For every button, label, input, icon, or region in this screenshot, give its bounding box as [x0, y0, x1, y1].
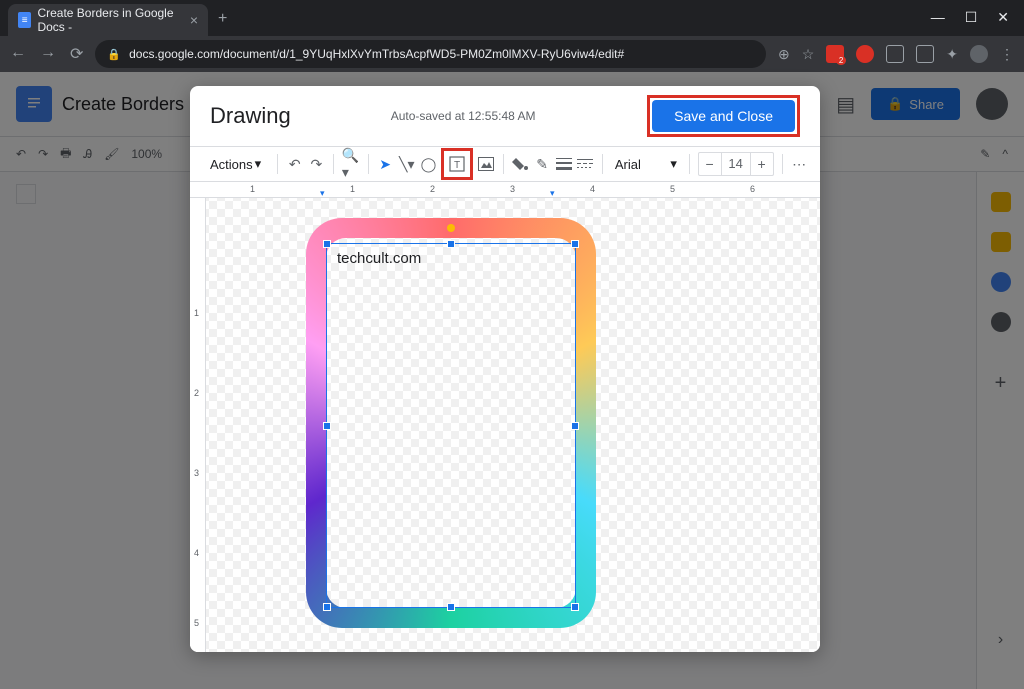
- more-options-icon[interactable]: ⋯: [790, 152, 808, 176]
- minimize-icon[interactable]: —: [931, 9, 945, 26]
- actions-menu[interactable]: Actions▾: [202, 152, 269, 176]
- increase-font-button[interactable]: +: [751, 156, 773, 172]
- autosave-status: Auto-saved at 12:55:48 AM: [391, 109, 536, 123]
- resize-handle-bm[interactable]: [447, 603, 455, 611]
- undo-icon[interactable]: ↶: [286, 152, 304, 176]
- new-tab-button[interactable]: +: [218, 10, 227, 28]
- drawing-toolbar: Actions▾ ↶ ↷ 🔍▾ ➤ ╲▾ ◯ T ✎ Ari: [190, 146, 820, 182]
- zoom-tool-icon[interactable]: 🔍▾: [342, 152, 360, 176]
- lock-icon: 🔒: [107, 48, 121, 61]
- textbox-selection[interactable]: techcult.com: [326, 243, 576, 608]
- extension-todoist-icon[interactable]: 2: [826, 45, 844, 63]
- tab-title: Create Borders in Google Docs -: [37, 6, 183, 34]
- zoom-icon[interactable]: ⊕: [778, 46, 790, 63]
- docs-favicon: ≡: [18, 12, 31, 28]
- forward-icon[interactable]: →: [40, 44, 56, 64]
- bookmark-star-icon[interactable]: ☆: [802, 46, 815, 63]
- maximize-icon[interactable]: ☐: [965, 9, 978, 26]
- textbox-tool-icon[interactable]: T: [445, 152, 469, 176]
- extension-video-icon[interactable]: [886, 45, 904, 63]
- chevron-down-icon: ▾: [255, 156, 262, 172]
- save-and-close-button[interactable]: Save and Close: [652, 100, 795, 132]
- url-bar[interactable]: 🔒 docs.google.com/document/d/1_9YUqHxlXv…: [95, 40, 766, 68]
- browser-toolbar: ← → ⟳ 🔒 docs.google.com/document/d/1_9YU…: [0, 36, 1024, 72]
- back-icon[interactable]: ←: [10, 44, 26, 64]
- window-controls: — ☐ ✕: [931, 9, 1024, 36]
- border-color-icon[interactable]: ✎: [533, 152, 551, 176]
- horizontal-ruler[interactable]: 1 1 2 3 4 5 6 ▾ ▾: [190, 182, 820, 198]
- drawing-dialog: Drawing Auto-saved at 12:55:48 AM Save a…: [190, 86, 820, 652]
- shape-tool-icon[interactable]: ◯: [420, 152, 438, 176]
- extension-cast-icon[interactable]: [916, 45, 934, 63]
- textbox-content[interactable]: techcult.com: [327, 244, 575, 273]
- close-window-icon[interactable]: ✕: [997, 9, 1009, 26]
- resize-handle-br[interactable]: [571, 603, 579, 611]
- redo-icon[interactable]: ↷: [308, 152, 326, 176]
- vertical-ruler[interactable]: 1 2 3 4 5: [190, 198, 206, 652]
- border-weight-icon[interactable]: [555, 152, 573, 176]
- fill-color-icon[interactable]: [512, 152, 530, 176]
- chevron-down-icon: ▾: [670, 156, 677, 172]
- font-family-select[interactable]: Arial ▾: [611, 156, 681, 172]
- resize-handle-tl[interactable]: [323, 240, 331, 248]
- close-tab-icon[interactable]: ×: [190, 12, 198, 28]
- resize-handle-tr[interactable]: [571, 240, 579, 248]
- save-close-highlight: Save and Close: [647, 95, 800, 137]
- resize-handle-tm[interactable]: [447, 240, 455, 248]
- decrease-font-button[interactable]: −: [699, 156, 721, 172]
- font-size-control: − 14 +: [698, 152, 774, 176]
- drawing-canvas[interactable]: techcult.com: [206, 198, 820, 652]
- font-size-input[interactable]: 14: [721, 153, 751, 175]
- svg-text:T: T: [454, 160, 460, 171]
- drawing-canvas-area: 1 2 3 4 5 techcult.com: [190, 198, 820, 652]
- border-dash-icon[interactable]: [577, 152, 595, 176]
- resize-handle-mr[interactable]: [571, 422, 579, 430]
- url-text: docs.google.com/document/d/1_9YUqHxlXvYm…: [129, 47, 624, 61]
- browser-tabstrip: ≡ Create Borders in Google Docs - × + — …: [0, 0, 1024, 36]
- resize-handle-bl[interactable]: [323, 603, 331, 611]
- resize-handle-ml[interactable]: [323, 422, 331, 430]
- extensions-puzzle-icon[interactable]: ✦: [946, 46, 958, 63]
- extension-shield-icon[interactable]: [856, 45, 874, 63]
- image-tool-icon[interactable]: [477, 152, 495, 176]
- browser-menu-icon[interactable]: ⋮: [1000, 46, 1014, 63]
- select-tool-icon[interactable]: ➤: [376, 152, 394, 176]
- extension-badge: 2: [836, 56, 846, 65]
- dialog-title: Drawing: [210, 103, 291, 129]
- profile-avatar-icon[interactable]: [970, 45, 988, 63]
- browser-tab[interactable]: ≡ Create Borders in Google Docs - ×: [8, 4, 208, 36]
- textbox-tool-highlight: T: [441, 148, 473, 180]
- reload-icon[interactable]: ⟳: [70, 44, 83, 64]
- line-tool-icon[interactable]: ╲▾: [398, 152, 416, 176]
- rotate-handle[interactable]: [447, 224, 455, 232]
